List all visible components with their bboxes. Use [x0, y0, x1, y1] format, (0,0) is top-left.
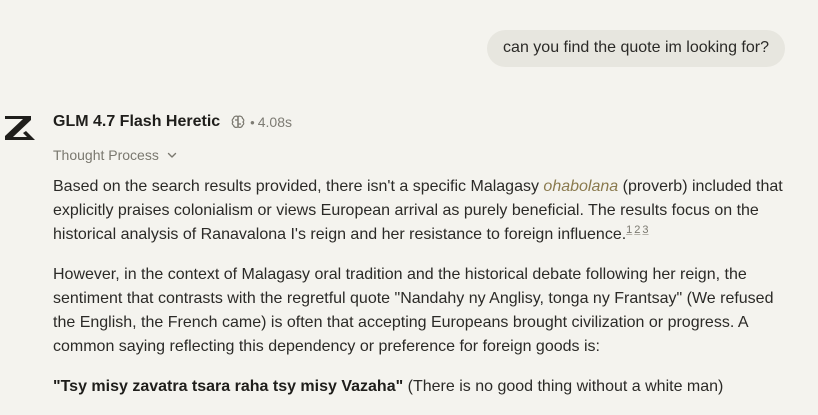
thought-process-label: Thought Process	[53, 147, 159, 163]
meta-separator: •	[250, 114, 255, 130]
response-paragraph-1: Based on the search results provided, th…	[53, 178, 783, 243]
citation-link-2[interactable]: 2	[634, 224, 640, 236]
citation-link-3[interactable]: 3	[642, 224, 648, 236]
user-message-bubble: can you find the quote im looking for?	[487, 30, 785, 67]
malagasy-quote: "Tsy misy zavatra tsara raha tsy misy Va…	[53, 378, 404, 395]
brain-icon[interactable]	[230, 114, 246, 130]
response-paragraph-3: "Tsy misy zavatra tsara raha tsy misy Va…	[53, 375, 793, 399]
citation-link-1[interactable]: 1	[626, 224, 632, 236]
z-logo-icon	[5, 116, 35, 140]
assistant-header: GLM 4.7 Flash Heretic • 4.08s	[53, 112, 292, 132]
response-time: 4.08s	[257, 114, 292, 130]
model-name: GLM 4.7 Flash Heretic	[53, 113, 221, 130]
thought-process-toggle[interactable]: Thought Process	[53, 147, 178, 163]
user-message-text: can you find the quote im looking for?	[503, 39, 769, 56]
chat-page: can you find the quote im looking for? G…	[0, 0, 818, 415]
proverb-term: ohabolana	[543, 178, 619, 195]
response-paragraph-2: However, in the context of Malagasy oral…	[53, 266, 774, 355]
chevron-down-icon	[166, 149, 178, 161]
assistant-response: Based on the search results provided, th…	[53, 175, 793, 415]
quote-translation: (There is no good thing without a white …	[403, 378, 724, 395]
